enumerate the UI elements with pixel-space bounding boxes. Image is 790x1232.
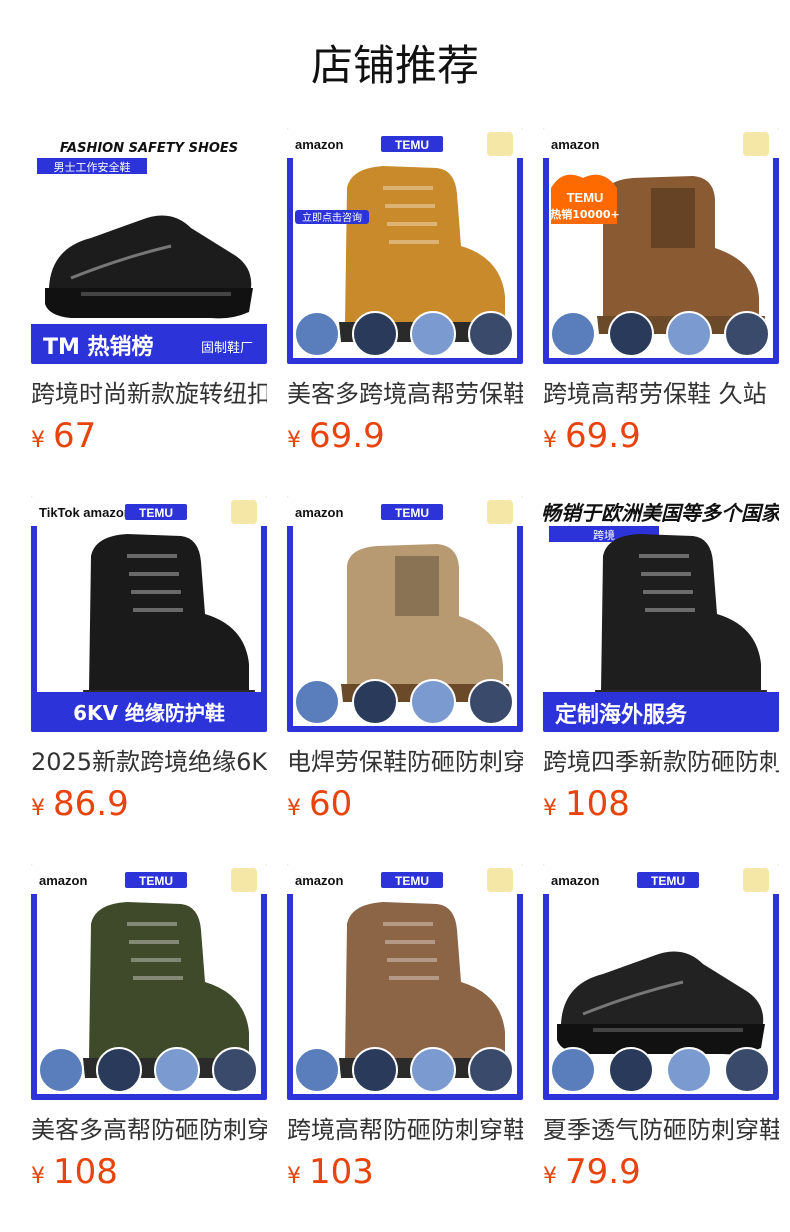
image-banner: 畅销于欧洲美国等多个国家 <box>543 501 779 525</box>
product-name[interactable]: 跨境四季新款防砸防刺 <box>543 744 779 780</box>
currency-symbol: ¥ <box>543 1164 557 1189</box>
platform-label: TEMU <box>395 874 429 888</box>
image-banner: TM 热销榜 <box>43 334 154 360</box>
product-name[interactable]: 美客多跨境高帮劳保鞋 <box>287 376 523 412</box>
product-name[interactable]: 美客多高帮防砸防刺穿 <box>31 1112 267 1148</box>
image-suffix: 固制鞋厂 <box>201 340 253 356</box>
product-image[interactable]: 畅销于欧洲美国等多个国家跨境定制海外服务 <box>543 496 779 732</box>
product-price: ¥79.9 <box>543 1150 641 1194</box>
platform-label: amazon <box>551 873 599 888</box>
product-price: ¥103 <box>287 1150 374 1194</box>
image-tag: 立即点击咨询 <box>302 211 362 224</box>
product-price: ¥67 <box>31 414 96 458</box>
currency-symbol: ¥ <box>31 796 45 821</box>
product-image[interactable]: FASHION SAFETY SHOES 男士工作安全鞋 TM 热销榜 固制鞋厂 <box>31 128 267 364</box>
product-card[interactable]: amazon TEMU 热销10000+ 跨境高帮劳保鞋 久站 ¥69.9 <box>543 128 779 496</box>
product-card[interactable]: amazon TEMU 美客多高帮防砸防刺穿 ¥108 <box>31 864 267 1232</box>
product-price: ¥60 <box>287 782 352 826</box>
price-value: 108 <box>53 1152 118 1192</box>
product-image[interactable]: TikTok amazon TEMU 6KV 绝缘防护鞋 <box>31 496 267 732</box>
product-image[interactable]: amazon TEMU 立即点击咨询 <box>287 128 523 364</box>
platform-label: TEMU <box>651 874 685 888</box>
platform-label: amazon <box>39 873 87 888</box>
product-image[interactable]: amazon TEMU <box>287 864 523 1100</box>
product-image[interactable]: amazon TEMU <box>31 864 267 1100</box>
platform-label: amazon <box>551 137 599 152</box>
product-card[interactable]: amazon TEMU 跨境高帮防砸防刺穿鞋 ¥103 <box>287 864 523 1232</box>
product-name[interactable]: 夏季透气防砸防刺穿鞋 <box>543 1112 779 1148</box>
platform-label: amazon <box>295 873 343 888</box>
price-value: 103 <box>309 1152 374 1192</box>
product-grid: FASHION SAFETY SHOES 男士工作安全鞋 TM 热销榜 固制鞋厂跨境时… <box>31 128 779 1232</box>
product-name[interactable]: 2025新款跨境绝缘6KV <box>31 744 267 780</box>
platform-label: TEMU <box>395 138 429 152</box>
product-card[interactable]: TikTok amazon TEMU 6KV 绝缘防护鞋 2025新款跨境绝缘6KV ¥… <box>31 496 267 864</box>
product-name[interactable]: 跨境高帮劳保鞋 久站 <box>543 376 779 412</box>
product-card[interactable]: amazon TEMU 夏季透气防砸防刺穿鞋 ¥79.9 <box>543 864 779 1232</box>
price-value: 67 <box>53 416 97 456</box>
image-badge: TEMU <box>567 190 604 205</box>
page-title: 店铺推荐 <box>310 41 479 90</box>
product-price: ¥69.9 <box>543 414 641 458</box>
currency-symbol: ¥ <box>543 796 557 821</box>
currency-symbol: ¥ <box>31 1164 45 1189</box>
image-banner: 6KV 绝缘防护鞋 <box>73 701 225 725</box>
currency-symbol: ¥ <box>543 428 557 453</box>
image-badge: 热销10000+ <box>550 207 620 221</box>
currency-symbol: ¥ <box>287 428 301 453</box>
product-image[interactable]: amazon TEMU <box>287 496 523 732</box>
product-image[interactable]: amazon TEMU 热销10000+ <box>543 128 779 364</box>
image-subtitle: 男士工作安全鞋 <box>54 160 131 174</box>
product-name[interactable]: 电焊劳保鞋防砸防刺穿 <box>287 744 523 780</box>
price-value: 108 <box>565 784 630 824</box>
product-card[interactable]: FASHION SAFETY SHOES 男士工作安全鞋 TM 热销榜 固制鞋厂跨境时… <box>31 128 267 496</box>
platform-label: TEMU <box>139 874 173 888</box>
price-value: 69.9 <box>309 416 385 456</box>
currency-symbol: ¥ <box>31 428 45 453</box>
product-image[interactable]: amazon TEMU <box>543 864 779 1100</box>
product-card[interactable]: 畅销于欧洲美国等多个国家 跨境 定制海外服务 跨境四季新款防砸防刺 ¥108 <box>543 496 779 864</box>
price-value: 79.9 <box>565 1152 641 1192</box>
product-card[interactable]: amazon TEMU 立即点击咨询 美客多跨境高帮劳保鞋 ¥69.9 <box>287 128 523 496</box>
image-subtitle: 跨境 <box>593 528 615 542</box>
product-name[interactable]: 跨境高帮防砸防刺穿鞋 <box>287 1112 523 1148</box>
product-price: ¥86.9 <box>31 782 129 826</box>
currency-symbol: ¥ <box>287 1164 301 1189</box>
platform-label: amazon <box>295 505 343 520</box>
product-price: ¥108 <box>31 1150 118 1194</box>
platform-label: TEMU <box>395 506 429 520</box>
price-value: 69.9 <box>565 416 641 456</box>
product-price: ¥108 <box>543 782 630 826</box>
platform-label: amazon <box>295 137 343 152</box>
currency-symbol: ¥ <box>287 796 301 821</box>
product-price: ¥69.9 <box>287 414 385 458</box>
price-value: 86.9 <box>53 784 129 824</box>
product-card[interactable]: amazon TEMU 电焊劳保鞋防砸防刺穿 ¥60 <box>287 496 523 864</box>
image-banner: FASHION SAFETY SHOES <box>60 141 238 156</box>
platform-label: TikTok amazon <box>39 505 132 520</box>
platform-label: TEMU <box>139 506 173 520</box>
image-banner: 定制海外服务 <box>555 702 688 728</box>
product-name[interactable]: 跨境时尚新款旋转纽扣 <box>31 376 267 412</box>
price-value: 60 <box>309 784 353 824</box>
